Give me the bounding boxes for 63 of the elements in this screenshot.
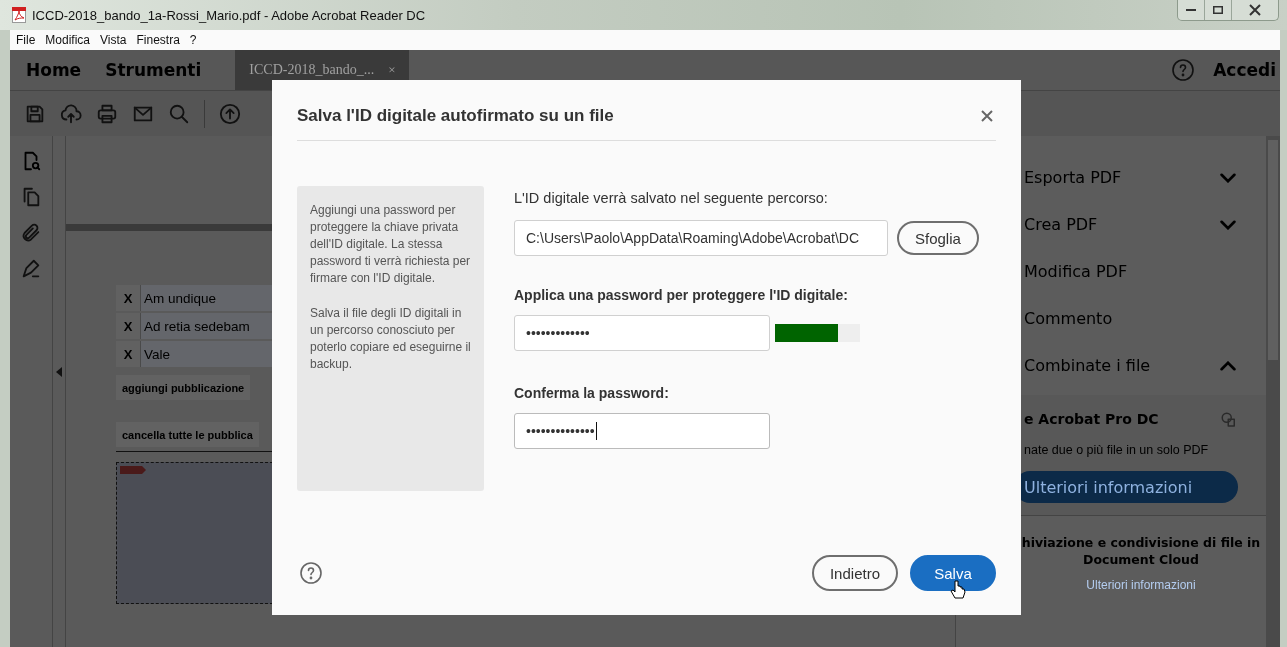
publication-entry: Am undique — [140, 285, 273, 311]
more-info-link[interactable]: Ulteriori informazioni — [1086, 578, 1196, 592]
tool-item[interactable]: Esporta PDF — [956, 154, 1266, 201]
close-tab-button[interactable]: × — [388, 62, 396, 78]
path-field[interactable]: C:\Users\Paolo\AppData\Roaming\Adobe\Acrobat\DC — [514, 220, 888, 256]
clear-publications-button[interactable]: cancella tutte le pubblica — [116, 422, 259, 447]
upload-icon[interactable] — [219, 102, 241, 125]
chevron-up-icon[interactable] — [1220, 360, 1236, 371]
confirm-password-field[interactable]: •••••••••••••• — [514, 413, 770, 449]
menu-item[interactable]: Finestra — [136, 33, 180, 47]
save-button[interactable]: Salva — [910, 555, 996, 591]
combine-files-icon — [1220, 411, 1238, 429]
confirm-label: Conferma la password: — [514, 385, 670, 401]
tool-label: Commento — [1024, 309, 1113, 328]
publication-entry: Ad retia sedebam — [140, 313, 273, 339]
pen-sign-icon[interactable] — [20, 258, 42, 280]
close-icon — [1249, 4, 1261, 16]
window-title: ICCD-2018_bando_1a-Rossi_Mario.pdf - Adobe Acrobat Reader DC — [32, 7, 426, 23]
password-label: Applica una password per proteggere l'ID digitale: — [514, 287, 849, 303]
promo-title: e Acrobat Pro DC — [1024, 411, 1159, 429]
tool-label: Modifica PDF — [1024, 262, 1128, 281]
publication-entry: Vale — [140, 341, 273, 367]
nav-tab[interactable]: Strumenti — [97, 50, 210, 90]
pdf-file-icon — [12, 7, 26, 23]
help-icon[interactable] — [299, 561, 323, 585]
tool-item[interactable]: Combinate i file — [956, 342, 1266, 389]
menu-item[interactable]: Modifica — [45, 33, 91, 47]
remove-mark[interactable]: X — [116, 285, 140, 311]
back-button[interactable]: Indietro — [811, 555, 898, 591]
add-publication-button[interactable]: aggiungi pubblicazione — [116, 375, 251, 400]
minimize-icon — [1186, 9, 1196, 11]
path-label: L'ID digitale verrà salvato nel seguente percorso: — [514, 190, 829, 206]
attachment-icon[interactable] — [20, 222, 42, 244]
print-icon[interactable] — [96, 102, 118, 125]
chevron-down-icon[interactable] — [1220, 219, 1236, 230]
tab-label: ICCD-2018_bando_... — [249, 62, 375, 78]
maximize-icon — [1213, 6, 1223, 14]
info-text: Salva il file degli ID digitali in un percorso conosciuto per poterlo copiare ed eseguirne il backup. — [310, 305, 472, 373]
tool-label: Esporta PDF — [1024, 168, 1122, 187]
nav-tab[interactable]: Home — [18, 50, 90, 90]
sign-in-link[interactable]: Accedi — [1213, 60, 1276, 80]
cloud-text: hiviazione e condivisione di file in Document Cloud — [1021, 534, 1261, 568]
menu-item[interactable]: Vista — [100, 33, 127, 47]
password-field[interactable]: ••••••••••••• — [514, 315, 770, 351]
search-icon[interactable] — [168, 102, 190, 125]
scrollbar[interactable] — [1266, 136, 1280, 647]
close-button[interactable] — [980, 109, 994, 123]
help-icon[interactable] — [1171, 58, 1196, 82]
tag-icon — [120, 466, 146, 474]
browse-button[interactable]: Sfoglia — [897, 221, 979, 255]
dialog-title: Salva l'ID digitale autofirmato su un file — [297, 106, 614, 126]
remove-mark[interactable]: X — [116, 341, 140, 367]
promo-text: nate due o più file in un solo PDF — [1024, 443, 1210, 457]
menu-item[interactable]: ? — [189, 33, 197, 47]
tool-label: Combinate i file — [1024, 356, 1151, 375]
remove-mark[interactable]: X — [116, 313, 140, 339]
pointer-icon — [950, 580, 966, 600]
chevron-down-icon[interactable] — [1220, 172, 1236, 183]
menu-item[interactable]: File — [16, 33, 36, 47]
info-text: Aggiungi una password per proteggere la chiave privata dell'ID digitale. La stessa password ti verrà richiesta per firmare con l'ID digitale. — [310, 202, 472, 287]
collapse-arrow-icon[interactable] — [56, 366, 62, 377]
cloud-upload-icon[interactable] — [60, 102, 82, 125]
tool-label: Crea PDF — [1024, 215, 1098, 234]
